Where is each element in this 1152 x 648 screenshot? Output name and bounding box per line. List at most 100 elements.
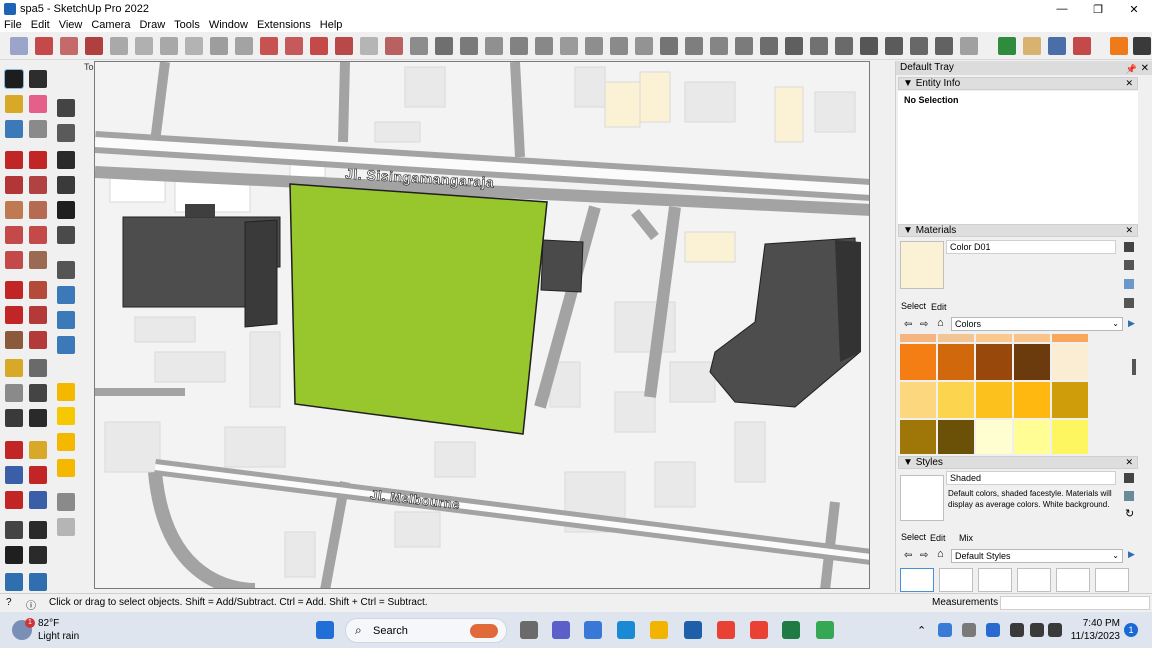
materials-close-icon[interactable]: ✕ [1125,225,1133,236]
move-icon[interactable] [5,281,23,299]
menu-camera[interactable]: Camera [91,19,130,31]
details-icon[interactable]: ▶ [1128,318,1135,329]
paint-bucket-icon[interactable] [5,95,23,113]
materials-library-select[interactable]: Colors ⌄ [951,317,1123,331]
extend-tool-icon[interactable] [635,37,653,55]
shadow-icon[interactable] [57,383,75,401]
frame-tool-icon[interactable] [735,37,753,55]
sun-icon[interactable] [57,407,75,425]
palette-swatch[interactable] [900,382,936,418]
follow-me-icon[interactable] [29,306,47,324]
palette-swatch[interactable] [976,382,1012,418]
notification-badge[interactable]: 1 [1124,623,1138,637]
garage-icon[interactable] [57,226,75,244]
component-icon[interactable] [5,120,23,138]
palette-swatch[interactable] [900,344,936,380]
styles-home-icon[interactable]: ⌂ [937,548,944,560]
polygon-icon[interactable] [29,201,47,219]
menu-file[interactable]: File [4,19,22,31]
styles-header[interactable]: ▼ Styles ✕ [898,456,1138,469]
lines-tool-icon[interactable] [810,37,828,55]
edge-icon[interactable] [617,621,635,639]
menu-extensions[interactable]: Extensions [257,19,311,31]
extrude-along-icon[interactable] [485,37,503,55]
measurements-input[interactable] [1000,596,1150,610]
orbit-select-icon[interactable] [29,70,47,88]
style-thumb-6[interactable] [1095,568,1129,592]
hour-icon[interactable] [57,459,75,477]
current-material-swatch[interactable] [900,241,944,289]
offset-icon[interactable] [29,331,47,349]
palette-swatch[interactable] [938,420,974,454]
style-thumb-5[interactable] [1056,568,1090,592]
eraser-tool-icon[interactable] [60,37,78,55]
material-name-field[interactable]: Color D01 [946,240,1116,254]
styles-tab-edit[interactable]: Edit [930,533,946,543]
two-point-arc-icon[interactable] [29,226,47,244]
help-icon[interactable]: ? [6,597,12,608]
styles-details-icon[interactable]: ▶ [1128,549,1135,560]
entity-info-header[interactable]: ▼ Entity Info ✕ [898,77,1138,90]
palette-swatch[interactable] [900,334,936,342]
menu-view[interactable]: View [59,19,83,31]
tray-close-icon[interactable]: ✕ [1141,62,1149,76]
weather-widget[interactable]: 1 82°F Light rain [12,618,112,644]
columns-tool-icon[interactable] [835,37,853,55]
green-lot[interactable] [289,183,548,435]
surface-tool-icon[interactable] [210,37,228,55]
palette-swatch[interactable] [938,334,974,342]
protractor-icon[interactable] [5,384,23,402]
extension-warehouse-icon[interactable] [1023,37,1041,55]
palette-swatch[interactable] [938,344,974,380]
model-viewport[interactable]: Jl. Sisingamangaraja Jl. Melbourne [94,61,870,589]
current-style-thumbnail[interactable] [900,475,944,521]
style-thumb-3[interactable] [978,568,1012,592]
palette-swatch[interactable] [1014,334,1050,342]
push-pull-icon[interactable] [29,281,47,299]
rectangle-icon[interactable] [5,176,23,194]
style-thumb-4[interactable] [1017,568,1051,592]
palette-swatch[interactable] [1052,334,1088,342]
stair-tool-icon[interactable] [710,37,728,55]
palette-swatch[interactable] [1052,382,1088,418]
styles-close-icon[interactable]: ✕ [1125,457,1133,468]
tape-measure-icon[interactable] [29,120,47,138]
palette-scrollbar[interactable] [1132,359,1136,375]
geolocation-icon[interactable] [998,37,1016,55]
orbit-icon[interactable] [5,441,23,459]
teams-icon[interactable] [552,621,570,639]
solid-union-icon[interactable] [57,336,75,354]
store-icon[interactable] [584,621,602,639]
create-style-icon[interactable] [1124,473,1134,483]
three-point-arc-icon[interactable] [5,251,23,269]
zoom-tool-icon[interactable] [5,466,23,484]
taskbar-search[interactable]: ⌕ Search [345,618,507,643]
resize-icon[interactable] [57,518,75,536]
palette-swatch[interactable] [1052,420,1088,454]
curve-tool-icon[interactable] [110,37,128,55]
sketchup-taskbar-icon[interactable] [684,621,702,639]
solid-outer-icon[interactable] [57,286,75,304]
array-tool-icon[interactable] [410,37,428,55]
zoom-icon[interactable] [1048,37,1066,55]
task-view-icon[interactable] [520,621,538,639]
3d-text-icon[interactable] [29,409,47,427]
zoom-extents-icon[interactable] [5,491,23,509]
search-tool-icon[interactable] [1133,37,1151,55]
materials-header[interactable]: ▼ Materials ✕ [898,224,1138,237]
palette-swatch[interactable] [1014,344,1050,380]
materials-tab-edit[interactable]: Edit [931,302,947,312]
volume-icon[interactable] [1030,623,1044,637]
select-arrow-icon[interactable] [57,493,75,511]
rotated-rect-icon[interactable] [29,176,47,194]
pencil-line-icon[interactable] [5,151,23,169]
warehouse-icon[interactable] [57,99,75,117]
default-material-icon[interactable] [1124,279,1134,289]
bend-tool-icon[interactable] [935,37,953,55]
position-camera-icon[interactable] [5,521,23,539]
circle-icon[interactable] [5,201,23,219]
pan-icon[interactable] [29,441,47,459]
home-outline-icon[interactable] [57,201,75,219]
entity-info-close-icon[interactable]: ✕ [1125,78,1133,89]
sphere-tool-icon[interactable] [860,37,878,55]
